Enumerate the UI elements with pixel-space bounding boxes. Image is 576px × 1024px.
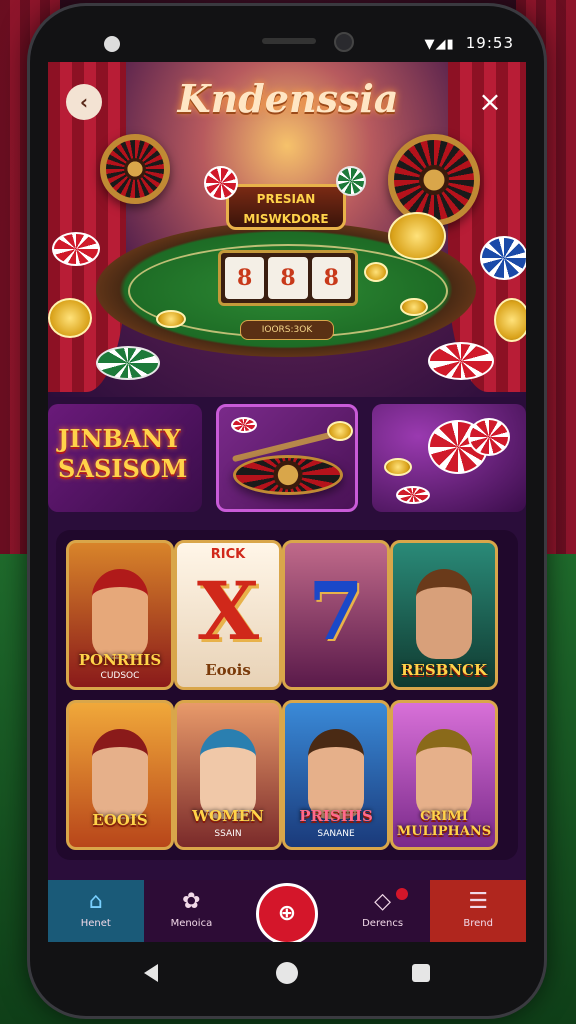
nav-label: Henet [80, 918, 111, 929]
game-tile[interactable]: WOMEN SSAIN [174, 700, 282, 850]
character-icon [308, 729, 364, 819]
hero-banner[interactable]: PRESIAN MISWKDORE 8 8 8 IOORS:3OK ‹ Knde… [48, 62, 526, 397]
game-subtitle: CUDSOC [100, 671, 140, 681]
chip-icon [52, 232, 100, 266]
back-button[interactable]: ‹ [66, 84, 102, 120]
game-tile[interactable]: CRIMI MULIPHANS [390, 700, 498, 850]
coin-stack-icon [388, 212, 446, 260]
game-subtitle: SSAIN [214, 829, 242, 839]
chip-icon [428, 342, 494, 380]
gem-icon: ◇ [374, 889, 392, 914]
game-grid: PONRHIS CUDSOC RICK X Eoois 7 RESBNCK EO… [56, 530, 518, 860]
game-title: EOOIS [92, 811, 148, 829]
game-tile[interactable]: RESBNCK [390, 540, 498, 690]
game-tile[interactable]: EOOIS [66, 700, 174, 850]
nav-label: Derencs [362, 918, 404, 929]
coin-icon [400, 298, 428, 316]
status-icons: ▼◢▮ 19:53 [424, 34, 514, 52]
menu-icon: ☰ [468, 889, 489, 914]
chevron-left-icon: ‹ [79, 90, 89, 114]
character-icon [92, 729, 148, 819]
roulette-wheel-icon [233, 455, 343, 495]
system-home-icon[interactable] [276, 962, 298, 984]
home-icon: ⌂ [88, 889, 103, 914]
system-navigation-bar [48, 950, 528, 1000]
character-icon [416, 729, 472, 819]
character-icon [92, 569, 148, 659]
character-icon [416, 569, 472, 659]
status-bar: ▼◢▮ 19:53 [48, 30, 528, 58]
notification-icon [104, 36, 120, 52]
game-title: PRISHIS [299, 807, 373, 825]
game-title: RESBNCK [400, 661, 488, 679]
bottom-navigation: ⌂ Henet ✿ Menoica ⊕ ◇ Derencs ☰ Brend [48, 880, 526, 942]
speaker-slot [262, 38, 316, 44]
nav-label: Menoica [170, 918, 213, 929]
chip-icon [468, 418, 510, 456]
game-tile[interactable]: PRISHIS SANANE [282, 700, 390, 850]
camera-icon [334, 32, 354, 52]
game-subtitle: SANANE [317, 829, 355, 839]
slot-sign: PRESIAN MISWKDORE [226, 184, 346, 230]
slot-machine[interactable]: 8 8 8 [218, 250, 358, 306]
slot-reel: 8 [225, 257, 265, 299]
game-title: Eoois [205, 661, 251, 679]
chip-icon [396, 486, 430, 504]
promo-banner-chips[interactable] [372, 404, 526, 512]
x-icon: X [196, 564, 260, 658]
chip-icon [336, 166, 366, 196]
nav-label: Brend [463, 918, 493, 929]
promo-banner-roulette[interactable] [216, 404, 358, 512]
seven-icon: 7 [308, 564, 364, 658]
coin-icon [327, 421, 353, 441]
roulette-wheel-icon [100, 134, 170, 204]
chip-icon [231, 417, 257, 433]
system-back-icon[interactable] [144, 964, 158, 982]
table-plaque: IOORS:3OK [240, 320, 334, 340]
nav-rewards[interactable]: ◇ Derencs [335, 880, 431, 942]
game-tile[interactable]: RICK X Eoois [174, 540, 282, 690]
close-icon: × [478, 85, 502, 118]
game-title: PONRHIS [78, 651, 162, 669]
game-tile[interactable]: 7 [282, 540, 390, 690]
nav-menu[interactable]: ☰ Brend [430, 880, 526, 942]
game-top-label: RICK [210, 547, 246, 562]
coin-icon [48, 298, 92, 338]
coin-icon [156, 310, 186, 328]
nav-home[interactable]: ⌂ Henet [48, 880, 144, 942]
app-screen: PRESIAN MISWKDORE 8 8 8 IOORS:3OK ‹ Knde… [48, 62, 526, 942]
coin-icon [494, 298, 526, 342]
play-button-icon: ⊕ [255, 883, 318, 942]
gamepad-icon: ✿ [182, 889, 201, 914]
roulette-wheel-icon [388, 134, 480, 226]
app-title: Kndenssia [177, 76, 399, 121]
slot-sign-text: PRESIAN MISWKDORE [243, 192, 329, 226]
status-time: 19:53 [465, 34, 514, 52]
promo-banner-text: JINBANY SASISOM [58, 424, 188, 483]
game-tile[interactable]: PONRHIS CUDSOC [66, 540, 174, 690]
chip-icon [480, 236, 526, 280]
signal-battery-icon: ▼◢▮ [424, 37, 455, 52]
character-icon [200, 729, 256, 819]
game-title: WOMEN [192, 807, 264, 825]
promo-banner-jinbany[interactable]: JINBANY SASISOM [48, 404, 202, 512]
chip-icon [96, 346, 160, 380]
system-recents-icon[interactable] [412, 964, 430, 982]
coin-icon [364, 262, 388, 282]
game-title: CRIMI MULIPHANS [396, 809, 492, 839]
nav-center-play[interactable]: ⊕ [239, 880, 335, 942]
slot-reel: 8 [268, 257, 308, 299]
close-button[interactable]: × [472, 84, 508, 120]
nav-games[interactable]: ✿ Menoica [144, 880, 240, 942]
chip-icon [204, 166, 238, 200]
slot-reel: 8 [311, 257, 351, 299]
coin-icon [384, 458, 412, 476]
